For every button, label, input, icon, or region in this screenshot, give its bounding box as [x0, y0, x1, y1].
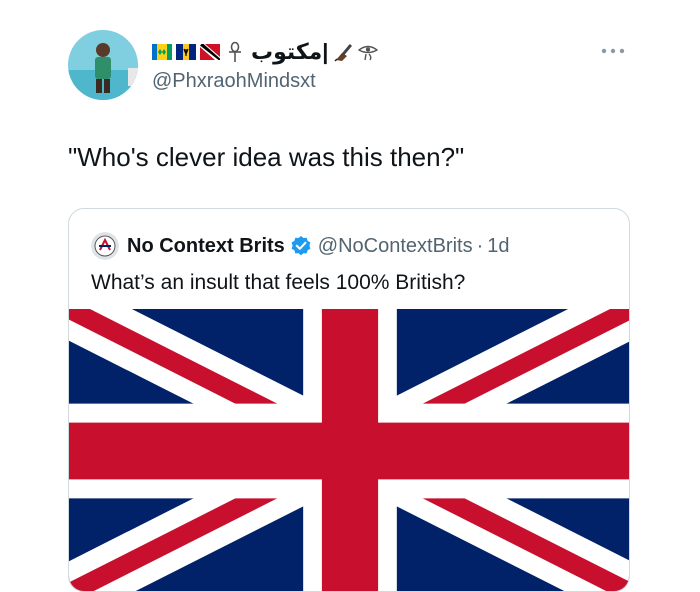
- writing-hand-icon: [333, 41, 355, 63]
- ankh-icon: [224, 41, 246, 63]
- quoted-tweet-time[interactable]: 1d: [487, 235, 509, 258]
- verified-badge-icon: [290, 235, 312, 257]
- author-handle[interactable]: @PhxraohMindsxt: [152, 70, 316, 93]
- author-avatar[interactable]: [68, 30, 138, 100]
- tweet: مكتوب| @PhxraohMindsxt "Who's clever ide…: [0, 0, 700, 592]
- author-name-row[interactable]: مكتوب|: [152, 38, 379, 66]
- tweet-text: "Who's clever idea was this then?": [68, 142, 465, 172]
- more-options-icon[interactable]: [598, 44, 628, 58]
- eye-of-horus-icon: [357, 41, 379, 63]
- trinidad-flag-icon: [200, 44, 220, 60]
- saint-vincent-flag-icon: [152, 44, 172, 60]
- barbados-flag-icon: [176, 44, 196, 60]
- separator-dot: ·: [476, 234, 484, 257]
- author-display-name: مكتوب|: [251, 39, 329, 64]
- quoted-tweet[interactable]: No Context Brits @NoContextBrits · 1d Wh…: [68, 208, 630, 592]
- quoted-author-handle[interactable]: @NoContextBrits: [318, 235, 473, 258]
- quoted-tweet-text: What’s an insult that feels 100% British…: [91, 271, 466, 294]
- quoted-author-avatar[interactable]: [91, 232, 119, 260]
- quoted-tweet-header: No Context Brits @NoContextBrits · 1d: [91, 231, 510, 261]
- union-jack-flag-image[interactable]: [69, 309, 629, 591]
- quoted-author-name[interactable]: No Context Brits: [127, 235, 285, 258]
